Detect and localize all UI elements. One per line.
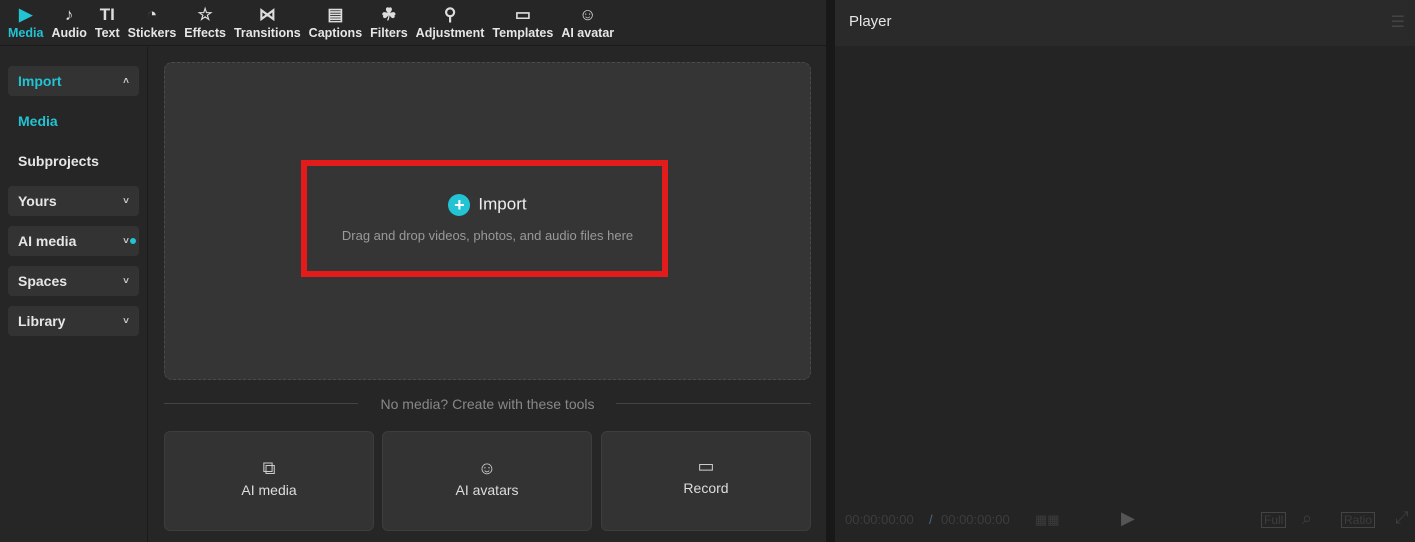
adjustment-icon: ⚲: [443, 5, 457, 24]
fullscreen-icon[interactable]: ⤢: [1395, 508, 1409, 528]
sidebar-label: Media: [18, 113, 58, 129]
tab-media[interactable]: ▶ Media: [4, 0, 47, 45]
tab-label: Audio: [51, 26, 87, 40]
tab-effects[interactable]: ☆ Effects: [180, 0, 230, 45]
tab-label: Templates: [492, 26, 554, 40]
ai-avatar-icon: ☺: [579, 5, 597, 24]
tab-label: Effects: [184, 26, 226, 40]
ai-media-card[interactable]: ⧉ AI media: [164, 431, 374, 531]
card-label: Record: [683, 480, 729, 496]
highlight-box: [301, 160, 668, 277]
sidebar-item-subprojects[interactable]: Subprojects: [8, 146, 139, 176]
sidebar-spaces[interactable]: Spaces ˅: [8, 266, 139, 296]
camera-icon: ▭: [697, 456, 715, 476]
ai-avatar-icon: ☺: [477, 458, 497, 478]
sidebar-ai-media[interactable]: AI media ˅: [8, 226, 139, 256]
transitions-icon: ⋈: [258, 5, 276, 24]
sidebar-yours[interactable]: Yours ˅: [8, 186, 139, 216]
menu-icon[interactable]: ☰: [1391, 12, 1405, 32]
tab-label: Captions: [308, 26, 363, 40]
notification-dot: [130, 238, 136, 244]
sidebar-library[interactable]: Library ˅: [8, 306, 139, 336]
current-time: 00:00:00:00: [845, 512, 914, 527]
player-controls: 00:00:00:00 / 00:00:00:00 ▦▦ ▶ Full ⌕ Ra…: [835, 496, 1415, 542]
tab-templates[interactable]: ▭ Templates: [488, 0, 557, 45]
full-button[interactable]: Full: [1261, 512, 1287, 528]
no-media-text: No media? Create with these tools: [380, 396, 595, 412]
sidebar-label: AI media: [18, 233, 77, 249]
filters-icon: ☘: [381, 5, 397, 24]
tab-label: Transitions: [233, 26, 301, 40]
tab-text[interactable]: TI Text: [91, 0, 124, 45]
ai-avatars-card[interactable]: ☺ AI avatars: [382, 431, 592, 531]
player-header: Player ☰: [835, 0, 1415, 46]
chevron-down-icon: ˅: [123, 275, 129, 287]
tab-transitions[interactable]: ⋈ Transitions: [230, 0, 305, 45]
audio-icon: ♪: [64, 5, 74, 24]
sidebar-item-media[interactable]: Media: [8, 106, 139, 136]
sidebar-label: Subprojects: [18, 153, 99, 169]
sidebar-label: Spaces: [18, 273, 68, 289]
tab-label: Media: [8, 26, 44, 40]
play-button[interactable]: ▶: [1121, 508, 1135, 529]
ratio-button[interactable]: Ratio: [1341, 512, 1376, 528]
tab-label: Filters: [370, 26, 408, 40]
media-icon: ▶: [19, 5, 33, 24]
player-panel: Player ☰ 00:00:00:00 / 00:00:00:00 ▦▦ ▶ F…: [835, 0, 1415, 542]
chevron-down-icon: ˅: [123, 195, 129, 207]
stickers-icon: ◔: [146, 5, 158, 24]
sidebar-import[interactable]: Import ˄: [8, 66, 139, 96]
effects-icon: ☆: [197, 5, 213, 24]
text-icon: TI: [99, 5, 115, 24]
card-label: AI media: [241, 482, 297, 498]
zoom-fit-icon[interactable]: ⌕: [1302, 508, 1312, 529]
tab-label: AI avatar: [561, 26, 615, 40]
tab-label: Text: [94, 26, 120, 40]
tab-label: Adjustment: [415, 26, 485, 40]
sidebar-label: Import: [18, 73, 62, 89]
chevron-down-icon: ˅: [123, 315, 129, 327]
sidebar-label: Yours: [18, 193, 57, 209]
record-card[interactable]: ▭ Record: [601, 431, 811, 531]
tab-filters[interactable]: ☘ Filters: [366, 0, 412, 45]
top-toolbar: ▶ Media ♪ Audio TI Text ◔ Stickers ☆ Effects …: [0, 0, 826, 46]
templates-icon: ▭: [514, 5, 531, 24]
tab-captions[interactable]: ▤ Captions: [305, 0, 366, 45]
media-panel: ▶ Media ♪ Audio TI Text ◔ Stickers ☆ Effects …: [0, 0, 826, 542]
timeline-grid-icon[interactable]: ▦▦: [1035, 512, 1060, 528]
chevron-down-icon: ˅: [123, 235, 129, 247]
player-title: Player: [849, 13, 892, 30]
sidebar-label: Library: [18, 313, 66, 329]
tab-stickers[interactable]: ◔ Stickers: [124, 0, 181, 45]
sidebar: Import ˄ Media Subprojects Yours ˅ AI medi…: [0, 47, 148, 542]
chevron-up-icon: ˄: [123, 75, 129, 87]
total-time: 00:00:00:00: [941, 512, 1010, 527]
tab-audio[interactable]: ♪ Audio: [47, 0, 90, 45]
time-separator: /: [929, 512, 933, 527]
tab-adjustment[interactable]: ⚲ Adjustment: [412, 0, 489, 45]
card-label: AI avatars: [455, 482, 519, 498]
ai-video-icon: ⧉: [262, 458, 276, 478]
tab-label: Stickers: [127, 26, 177, 40]
captions-icon: ▤: [327, 5, 344, 24]
tab-ai-avatar[interactable]: ☺ AI avatar: [557, 0, 618, 45]
